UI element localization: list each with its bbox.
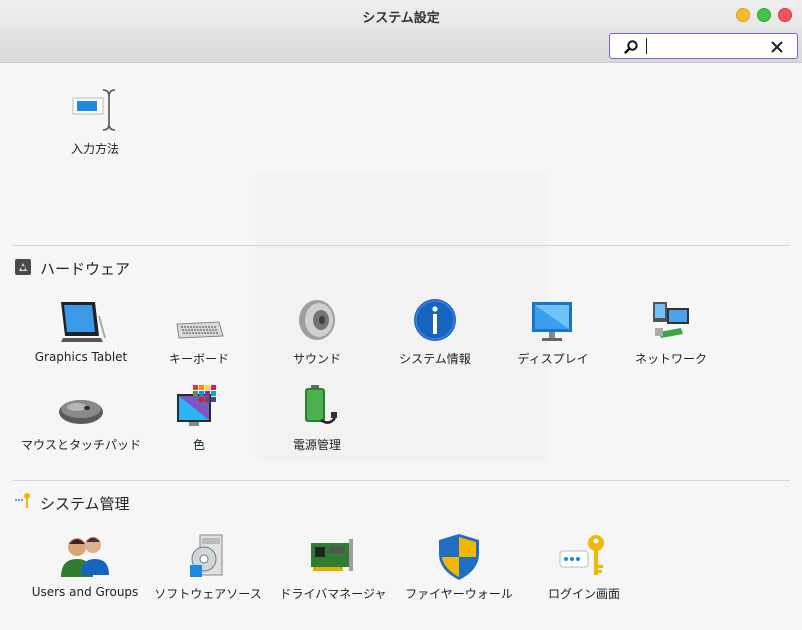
toolbar [0, 30, 802, 63]
settings-item-users-groups[interactable]: Users and Groups [25, 533, 145, 599]
settings-item-label: ドライバマネージャ [279, 587, 387, 601]
settings-item-label: 電源管理 [292, 438, 341, 452]
section-title-hardware: ハードウェア [40, 260, 131, 278]
window-title: システム設定 [362, 11, 440, 26]
settings-item-mouse-touchpad[interactable]: マウスとタッチパッド [21, 384, 141, 453]
input-method-icon [72, 89, 116, 131]
section-title-administration: システム管理 [40, 495, 130, 513]
administration-key-icon [15, 493, 30, 508]
settings-item-label: システム情報 [399, 352, 471, 366]
search-input[interactable] [644, 37, 764, 55]
driver-card-icon [311, 539, 353, 571]
display-icon [532, 302, 572, 341]
settings-item-keyboard[interactable]: キーボード [139, 298, 259, 367]
search-icon [624, 40, 638, 54]
titlebar[interactable]: システム設定 [0, 0, 802, 30]
settings-item-label: 入力方法 [70, 142, 119, 156]
login-key-icon [559, 535, 604, 575]
settings-content: 入力方法 ハードウェア Graphics Tablet キーボード サウンド シ… [0, 64, 802, 630]
section-divider [12, 480, 790, 481]
maximize-button[interactable] [757, 8, 771, 22]
settings-item-label: サウンド [292, 352, 341, 366]
network-icon [653, 302, 689, 338]
text-caret [646, 38, 647, 54]
color-icon [177, 385, 216, 426]
users-icon [61, 537, 109, 577]
settings-item-label: ディスプレイ [517, 352, 589, 366]
settings-item-label: ログイン画面 [547, 587, 620, 601]
settings-item-color[interactable]: 色 [139, 384, 259, 453]
settings-item-sound[interactable]: サウンド [257, 298, 377, 367]
settings-item-label: 色 [192, 438, 205, 452]
settings-item-firewall[interactable]: ファイヤーウォール [399, 533, 519, 602]
settings-item-label: ネットワーク [634, 352, 707, 366]
settings-item-label: Users and Groups [31, 585, 139, 599]
settings-item-power[interactable]: 電源管理 [257, 384, 377, 453]
clear-search-icon[interactable] [770, 40, 784, 54]
speaker-icon [299, 300, 335, 340]
mouse-icon [59, 400, 103, 424]
battery-icon [305, 385, 337, 424]
settings-item-label: ファイヤーウォール [405, 587, 513, 601]
minimize-button[interactable] [736, 8, 750, 22]
hardware-icon [15, 259, 31, 275]
settings-item-graphics-tablet[interactable]: Graphics Tablet [21, 298, 141, 364]
keyboard-icon [176, 321, 224, 339]
settings-item-label: キーボード [168, 352, 229, 366]
search-box[interactable] [609, 33, 798, 59]
settings-item-network[interactable]: ネットワーク [611, 298, 731, 367]
settings-item-input-method[interactable]: 入力方法 [35, 88, 155, 157]
graphics-tablet-icon [61, 302, 106, 342]
software-sources-icon [190, 534, 223, 577]
settings-item-label: ソフトウェアソース [154, 587, 262, 601]
settings-item-driver-manager[interactable]: ドライバマネージャ [273, 533, 393, 602]
info-icon [414, 299, 456, 341]
section-divider [12, 245, 790, 246]
close-button[interactable] [778, 8, 792, 22]
settings-item-login-screen[interactable]: ログイン画面 [524, 533, 644, 602]
settings-item-system-info[interactable]: システム情報 [375, 298, 495, 367]
settings-window: システム設定 入力方法 ハードウェア Graphics Tablet キーボード… [0, 0, 802, 630]
settings-item-label: Graphics Tablet [34, 350, 128, 364]
settings-item-label: マウスとタッチパッド [21, 438, 142, 452]
settings-item-software-sources[interactable]: ソフトウェアソース [148, 533, 268, 602]
settings-item-display[interactable]: ディスプレイ [493, 298, 613, 367]
firewall-shield-icon [439, 534, 479, 580]
